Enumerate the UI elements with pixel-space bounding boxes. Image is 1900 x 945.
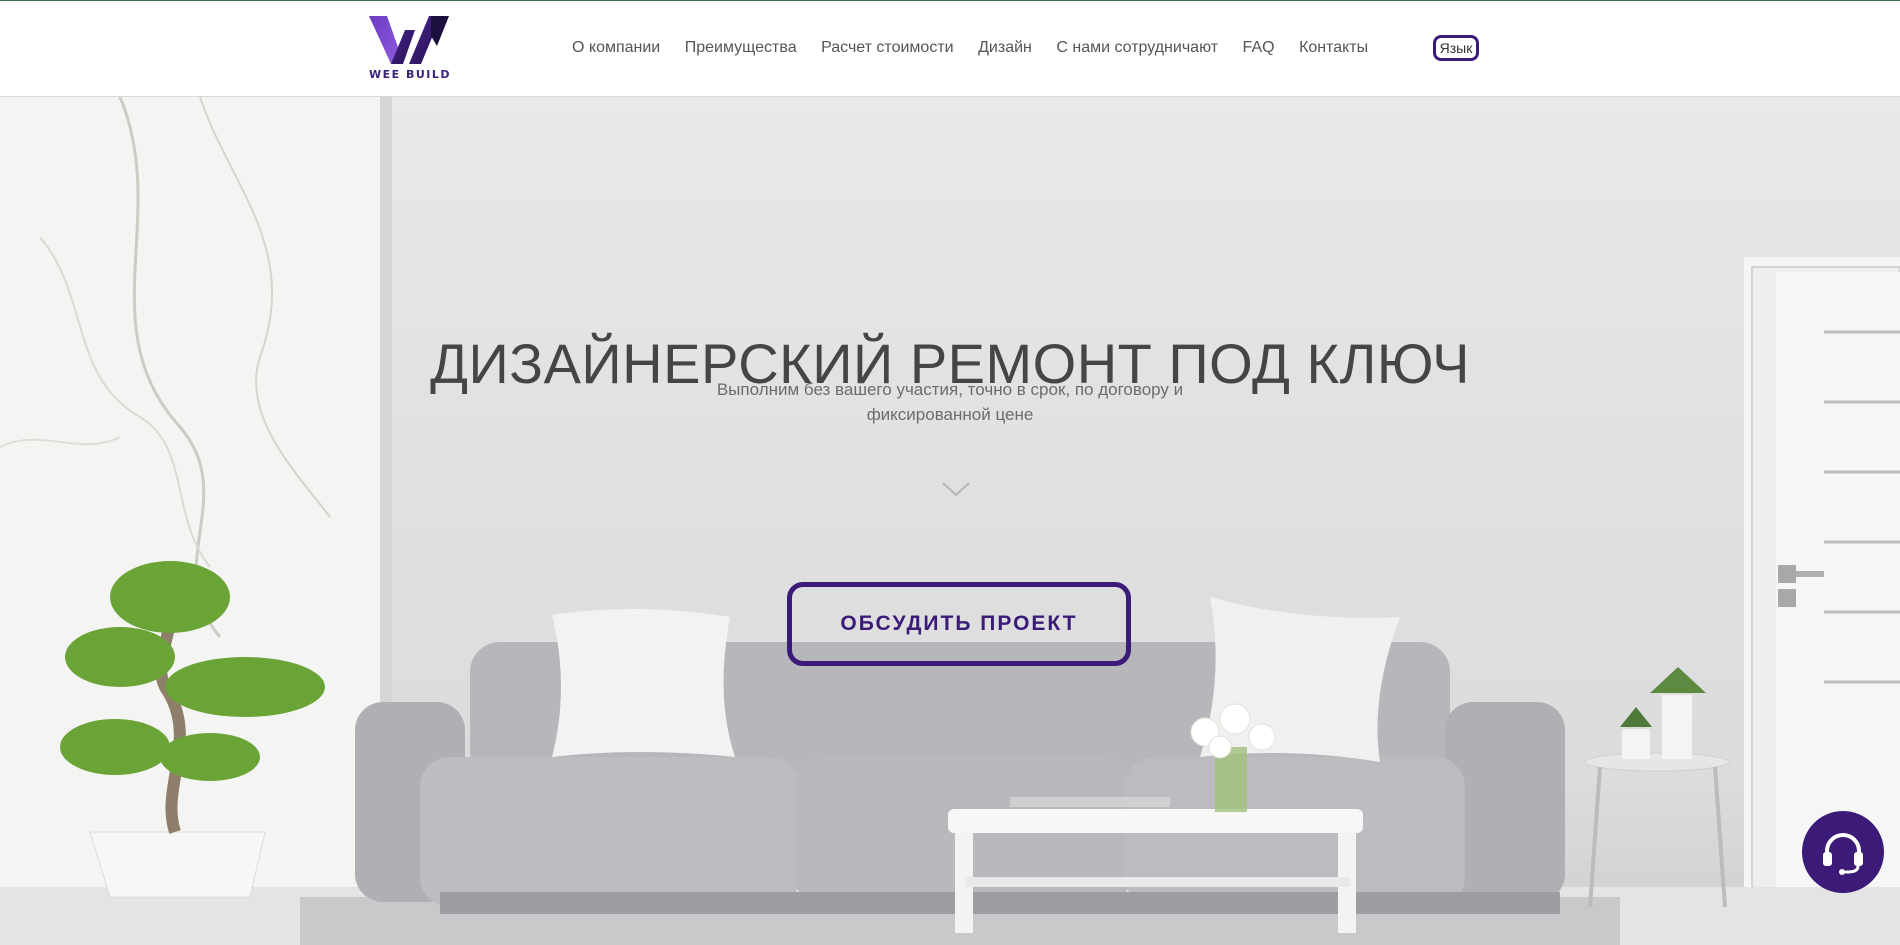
hero-background-image <box>0 97 1900 945</box>
nav-item-contacts[interactable]: Контакты <box>1299 39 1368 57</box>
discuss-project-button[interactable]: ОБСУДИТЬ ПРОЕКТ <box>787 582 1131 666</box>
hero-section: ДИЗАЙНЕРСКИЙ РЕМОНТ ПОД КЛЮЧ Выполним бе… <box>0 97 1900 945</box>
nav-item-about[interactable]: О компании <box>572 39 660 57</box>
support-chat-button[interactable] <box>1802 811 1884 893</box>
nav-item-pricing[interactable]: Расчет стоимости <box>821 39 953 57</box>
main-nav: О компании Преимущества Расчет стоимости… <box>572 39 1393 57</box>
headset-icon <box>1823 833 1863 875</box>
hero-subtitle: Выполним без вашего участия, точно в сро… <box>716 380 1184 424</box>
nav-item-partners[interactable]: С нами сотрудничают <box>1056 39 1218 57</box>
site-header: WEE BUILD О компании Преимущества Расчет… <box>0 1 1900 97</box>
nav-item-design[interactable]: Дизайн <box>978 39 1032 57</box>
language-button[interactable]: Язык <box>1433 35 1479 61</box>
logo-wordmark: WEE BUILD <box>369 68 452 81</box>
nav-item-faq[interactable]: FAQ <box>1243 39 1275 57</box>
brand-logo[interactable]: WEE BUILD <box>369 16 453 82</box>
logo-mark-icon <box>369 16 449 64</box>
chevron-down-icon[interactable] <box>941 480 971 498</box>
nav-item-advantages[interactable]: Преимущества <box>685 39 797 57</box>
